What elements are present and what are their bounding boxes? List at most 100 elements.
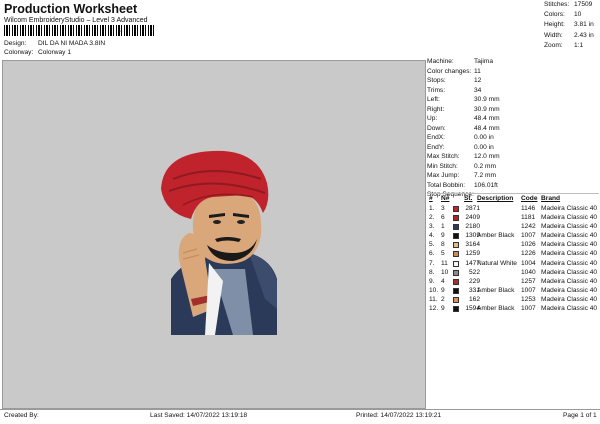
row-stitches: 2871 bbox=[465, 205, 480, 212]
design-value: DIL DA NI MADA 3.8IN bbox=[38, 40, 106, 47]
row-needle: 2 bbox=[441, 295, 445, 303]
divider bbox=[427, 193, 599, 194]
stat-value: 17509 bbox=[574, 1, 593, 8]
row-description: Amber Black bbox=[477, 305, 515, 313]
machine-row: Total Bobbin: 106.01ft bbox=[427, 182, 599, 192]
barcode bbox=[4, 25, 156, 36]
thread-color-swatch bbox=[453, 306, 459, 313]
row-description: Natural White bbox=[477, 259, 517, 267]
row-brand: Madeira Classic 40 bbox=[541, 268, 598, 276]
table-row: 10. 9 331 Amber Black 1007 Madeira Classic 40 bbox=[429, 287, 599, 296]
row-code: 1007 bbox=[521, 232, 536, 240]
row-stitches: 162 bbox=[468, 295, 480, 303]
row-brand: Madeira Classic 40 bbox=[541, 205, 598, 212]
row-brand: Madeira Classic 40 bbox=[541, 259, 598, 267]
machine-key: EndX: bbox=[427, 134, 445, 141]
row-description: Amber Black bbox=[477, 232, 515, 240]
row-index: 6. bbox=[429, 250, 435, 258]
machine-key: Right: bbox=[427, 105, 445, 113]
col-description: Description bbox=[477, 195, 514, 202]
stat-key: Stitches: bbox=[544, 1, 570, 8]
col-stitches: St. bbox=[464, 195, 473, 202]
machine-key: Down: bbox=[427, 124, 446, 132]
row-needle: 9 bbox=[441, 286, 445, 294]
table-row: 12. 9 1594 Amber Black 1007 Madeira Classic 4… bbox=[429, 305, 599, 314]
thread-color-swatch bbox=[453, 206, 459, 212]
table-row: 1. 3 2871 1146 Madeira Classic 40 bbox=[429, 205, 599, 214]
row-code: 1226 bbox=[521, 250, 536, 258]
machine-value: 12 bbox=[474, 77, 482, 84]
stat-row: Width: 2.43 in bbox=[544, 32, 600, 42]
colorway-label: Colorway: bbox=[4, 49, 34, 56]
stat-key: Colors: bbox=[544, 11, 565, 19]
row-stitches: 2180 bbox=[465, 223, 480, 231]
barcode-mark: , bbox=[120, 24, 123, 35]
row-brand: Madeira Classic 40 bbox=[541, 295, 598, 303]
created-by: Created By: bbox=[4, 412, 39, 419]
row-brand: Madeira Classic 40 bbox=[541, 214, 598, 222]
machine-value: 0.00 in bbox=[474, 134, 494, 141]
row-needle: 5 bbox=[441, 250, 445, 258]
stats-box: Stitches: 17509 Colors: 10 Height: 3.81 in … bbox=[544, 1, 600, 52]
row-brand: Madeira Classic 40 bbox=[541, 223, 598, 231]
row-index: 1. bbox=[429, 205, 435, 212]
colorway-info: Colorway: Colorway 1 bbox=[4, 49, 71, 56]
machine-row: EndY: 0.00 in bbox=[427, 144, 599, 154]
row-index: 7. bbox=[429, 259, 435, 267]
software-subtitle: Wilcom EmbroideryStudio – Level 3 Advanc… bbox=[4, 17, 148, 24]
stat-key: Height: bbox=[544, 21, 565, 29]
machine-value: 106.01ft bbox=[474, 181, 498, 189]
machine-row: Right: 30.9 mm bbox=[427, 106, 599, 116]
row-brand: Madeira Classic 40 bbox=[541, 286, 598, 294]
row-index: 5. bbox=[429, 241, 435, 249]
row-needle: 6 bbox=[441, 214, 445, 222]
row-brand: Madeira Classic 40 bbox=[541, 305, 598, 313]
stat-value: 2.43 in bbox=[574, 31, 594, 39]
thread-color-swatch bbox=[453, 242, 459, 249]
design-preview-area[interactable] bbox=[2, 60, 426, 409]
stat-key: Zoom: bbox=[544, 41, 563, 49]
worksheet-title: Production Worksheet bbox=[4, 2, 138, 16]
row-description: Amber Black bbox=[477, 286, 515, 294]
machine-key: Up: bbox=[427, 115, 438, 122]
row-brand: Madeira Classic 40 bbox=[541, 250, 598, 258]
col-brand: Brand bbox=[541, 195, 561, 202]
row-needle: 4 bbox=[441, 277, 445, 285]
table-row: 6. 5 1259 1226 Madeira Classic 40 bbox=[429, 250, 599, 259]
col-needle: N# bbox=[441, 195, 450, 202]
stat-row: Colors: 10 bbox=[544, 11, 600, 21]
row-code: 1007 bbox=[521, 286, 536, 294]
thread-color-swatch bbox=[453, 251, 459, 258]
thread-color-swatch bbox=[453, 296, 459, 303]
row-needle: 1 bbox=[441, 223, 445, 231]
row-index: 2. bbox=[429, 214, 435, 222]
row-brand: Madeira Classic 40 bbox=[541, 241, 598, 249]
embroidery-design-image bbox=[161, 150, 277, 335]
table-row: 8. 10 522 1040 Madeira Classic 40 bbox=[429, 269, 599, 278]
row-code: 1242 bbox=[521, 223, 536, 231]
row-code: 1040 bbox=[521, 268, 536, 276]
row-code: 1004 bbox=[521, 259, 536, 267]
row-index: 10. bbox=[429, 286, 439, 294]
col-index: # bbox=[429, 195, 433, 202]
stat-value: 3.81 in bbox=[574, 21, 594, 29]
stat-row: Stitches: 17509 bbox=[544, 1, 600, 11]
thread-color-swatch bbox=[453, 215, 459, 222]
row-code: 1007 bbox=[521, 305, 536, 313]
row-index: 9. bbox=[429, 277, 435, 285]
stat-key: Width: bbox=[544, 31, 563, 39]
design-label: Design: bbox=[4, 40, 27, 47]
thread-color-swatch bbox=[453, 287, 459, 294]
machine-value: 30.9 mm bbox=[474, 96, 500, 103]
table-row: 3. 1 2180 1242 Madeira Classic 40 bbox=[429, 223, 599, 232]
last-saved: Last Saved: 14/07/2022 13:19:18 bbox=[150, 412, 248, 419]
machine-row: Max Stitch: 12.0 mm bbox=[427, 153, 599, 163]
machine-value: 34 bbox=[474, 86, 482, 94]
thread-color-swatch bbox=[453, 269, 459, 276]
row-stitches: 3164 bbox=[465, 241, 480, 249]
machine-key: Trims: bbox=[427, 86, 446, 94]
machine-value: 0.00 in bbox=[474, 143, 494, 151]
colorway-value: Colorway 1 bbox=[38, 49, 71, 56]
row-stitches: 1259 bbox=[465, 250, 480, 258]
thread-color-swatch bbox=[453, 233, 459, 240]
